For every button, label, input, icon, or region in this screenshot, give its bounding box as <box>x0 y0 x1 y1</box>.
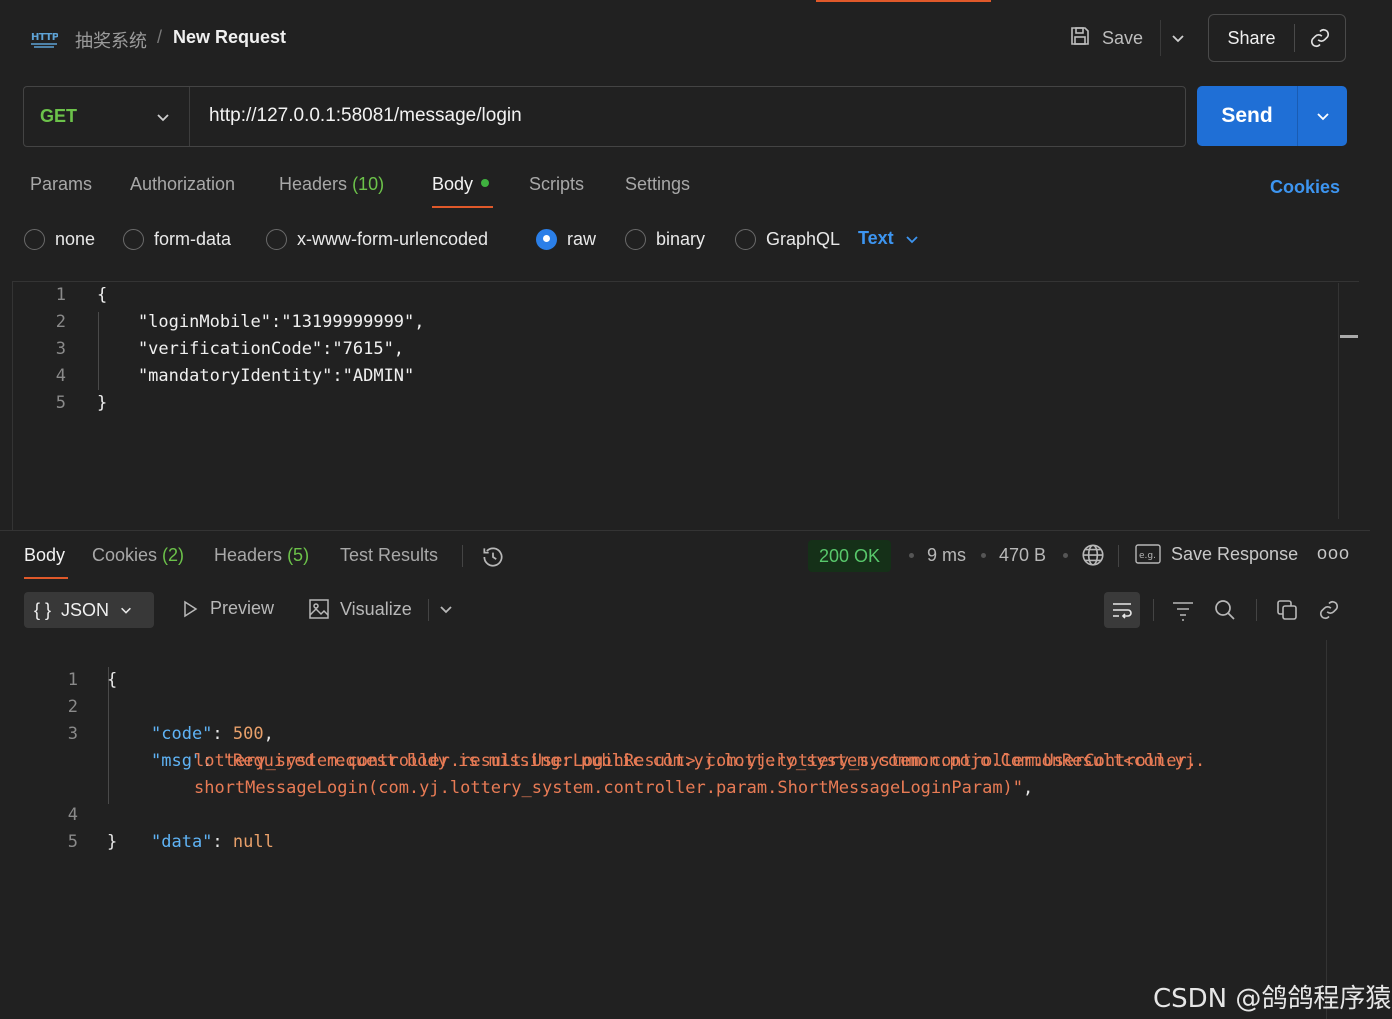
url-input[interactable]: http://127.0.0.1:58081/message/login <box>209 105 522 127</box>
play-icon <box>184 600 198 617</box>
send-button-group: Send <box>1197 86 1347 146</box>
radio-icon <box>24 228 45 250</box>
image-icon <box>309 599 329 619</box>
response-tab-cookies[interactable]: Cookies (2) <box>92 545 184 566</box>
cookies-link[interactable]: Cookies <box>1270 177 1340 198</box>
history-icon[interactable] <box>480 544 506 575</box>
svg-text:HTTP: HTTP <box>31 32 58 43</box>
svg-text:e.g.: e.g. <box>1139 551 1156 561</box>
radio-selected-icon <box>536 228 557 250</box>
wrap-icon <box>1113 603 1132 619</box>
pane-divider[interactable] <box>0 530 1370 531</box>
chevron-down-icon <box>906 235 918 243</box>
breadcrumb-separator: / <box>157 27 163 47</box>
response-tab-headers[interactable]: Headers (5) <box>214 545 309 566</box>
visualize-button[interactable]: Visualize <box>308 598 412 620</box>
dot-separator <box>1063 553 1068 558</box>
divider <box>1118 545 1119 567</box>
body-type-raw[interactable]: raw <box>536 226 596 252</box>
raw-format-select[interactable]: Text <box>858 228 920 249</box>
save-label: Save <box>1102 27 1144 48</box>
response-time[interactable]: 9 ms <box>927 545 966 566</box>
watermark: CSDN @鸽鸽程序猿 <box>1153 984 1392 1014</box>
save-icon <box>1068 24 1092 53</box>
code-line: 3 "msg": "Required request body is missi… <box>67 724 1206 771</box>
copy-icon[interactable] <box>1274 597 1300 623</box>
chevron-down-icon <box>157 113 169 121</box>
copy-link-button[interactable] <box>1295 27 1345 49</box>
globe-icon[interactable] <box>1080 542 1106 573</box>
response-tab-test-results[interactable]: Test Results <box>340 545 438 566</box>
divider <box>462 545 463 567</box>
save-response-button[interactable]: e.g. Save Response <box>1135 543 1298 565</box>
response-format-select[interactable]: { } JSON <box>24 592 154 628</box>
send-options-dropdown[interactable] <box>1298 86 1347 146</box>
radio-icon <box>625 228 646 250</box>
dot-separator <box>909 553 914 558</box>
code-line: 4 "data": null <box>67 805 274 852</box>
visualize-dropdown[interactable] <box>438 601 454 622</box>
chevron-down-icon <box>121 607 131 614</box>
braces-icon: { } <box>34 599 52 620</box>
tab-scripts[interactable]: Scripts <box>529 174 584 195</box>
scrollbar-thumb[interactable] <box>1340 335 1358 338</box>
method-select[interactable]: GET <box>24 87 190 146</box>
tab-body[interactable]: Body <box>432 174 490 195</box>
share-button[interactable]: Share <box>1209 24 1295 52</box>
status-badge[interactable]: 200 OK <box>808 540 892 572</box>
active-tab-underline <box>432 206 493 208</box>
radio-icon <box>266 228 287 250</box>
tab-authorization[interactable]: Authorization <box>130 174 235 195</box>
divider <box>1153 599 1154 621</box>
wrap-lines-button[interactable] <box>1104 592 1140 628</box>
chevron-down-icon <box>1171 35 1184 43</box>
body-type-form-data[interactable]: form-data <box>123 226 231 252</box>
tab-params[interactable]: Params <box>30 174 92 195</box>
body-type-none[interactable]: none <box>24 226 95 252</box>
tab-headers[interactable]: Headers (10) <box>279 174 384 195</box>
share-group: Share <box>1208 14 1346 62</box>
code-line: 1{ <box>67 670 118 690</box>
radio-icon <box>123 228 144 250</box>
body-type-urlencoded[interactable]: x-www-form-urlencoded <box>266 226 488 252</box>
chevron-down-icon <box>440 606 452 614</box>
more-options-button[interactable]: ooo <box>1317 543 1350 564</box>
response-tab-body[interactable]: Body <box>24 545 65 566</box>
headers-count: (10) <box>352 174 385 194</box>
chevron-down-icon <box>1316 113 1329 121</box>
send-button[interactable]: Send <box>1197 86 1298 146</box>
code-line: 5} <box>67 832 118 852</box>
link-icon <box>1310 28 1330 48</box>
code-line-wrapped: lottery_system.controller.result.UserLog… <box>194 751 1198 771</box>
body-type-graphql[interactable]: GraphQL <box>735 226 840 252</box>
request-title[interactable]: New Request <box>173 27 286 48</box>
example-icon: e.g. <box>1135 544 1161 564</box>
preview-button[interactable]: Preview <box>180 598 274 619</box>
radio-icon <box>735 228 756 250</box>
editor-scrollbar[interactable] <box>1338 283 1360 519</box>
search-icon[interactable] <box>1212 597 1238 623</box>
active-tab-underline <box>24 577 68 579</box>
divider <box>428 599 429 621</box>
link-icon[interactable] <box>1316 597 1342 623</box>
http-request-icon: HTTP <box>30 28 58 50</box>
method-label: GET <box>40 106 78 126</box>
code-line: 2 "code": 500, <box>67 697 274 744</box>
body-modified-dot <box>481 179 490 188</box>
save-options-dropdown[interactable] <box>1160 20 1194 56</box>
breadcrumb-collection[interactable]: 抽奖系统 <box>75 27 147 53</box>
dot-separator <box>981 553 986 558</box>
response-scrollbar[interactable] <box>1326 640 1327 1019</box>
body-type-binary[interactable]: binary <box>625 226 705 252</box>
active-window-indicator <box>816 0 991 2</box>
save-button[interactable]: Save <box>1068 20 1143 56</box>
tab-settings[interactable]: Settings <box>625 174 690 195</box>
response-size[interactable]: 470 B <box>999 545 1046 566</box>
url-bar: GET http://127.0.0.1:58081/message/login <box>23 86 1186 147</box>
code-line-wrapped: shortMessageLogin(com.yj.lottery_system.… <box>194 778 1034 798</box>
divider <box>1256 599 1257 621</box>
filter-icon[interactable] <box>1170 597 1196 623</box>
